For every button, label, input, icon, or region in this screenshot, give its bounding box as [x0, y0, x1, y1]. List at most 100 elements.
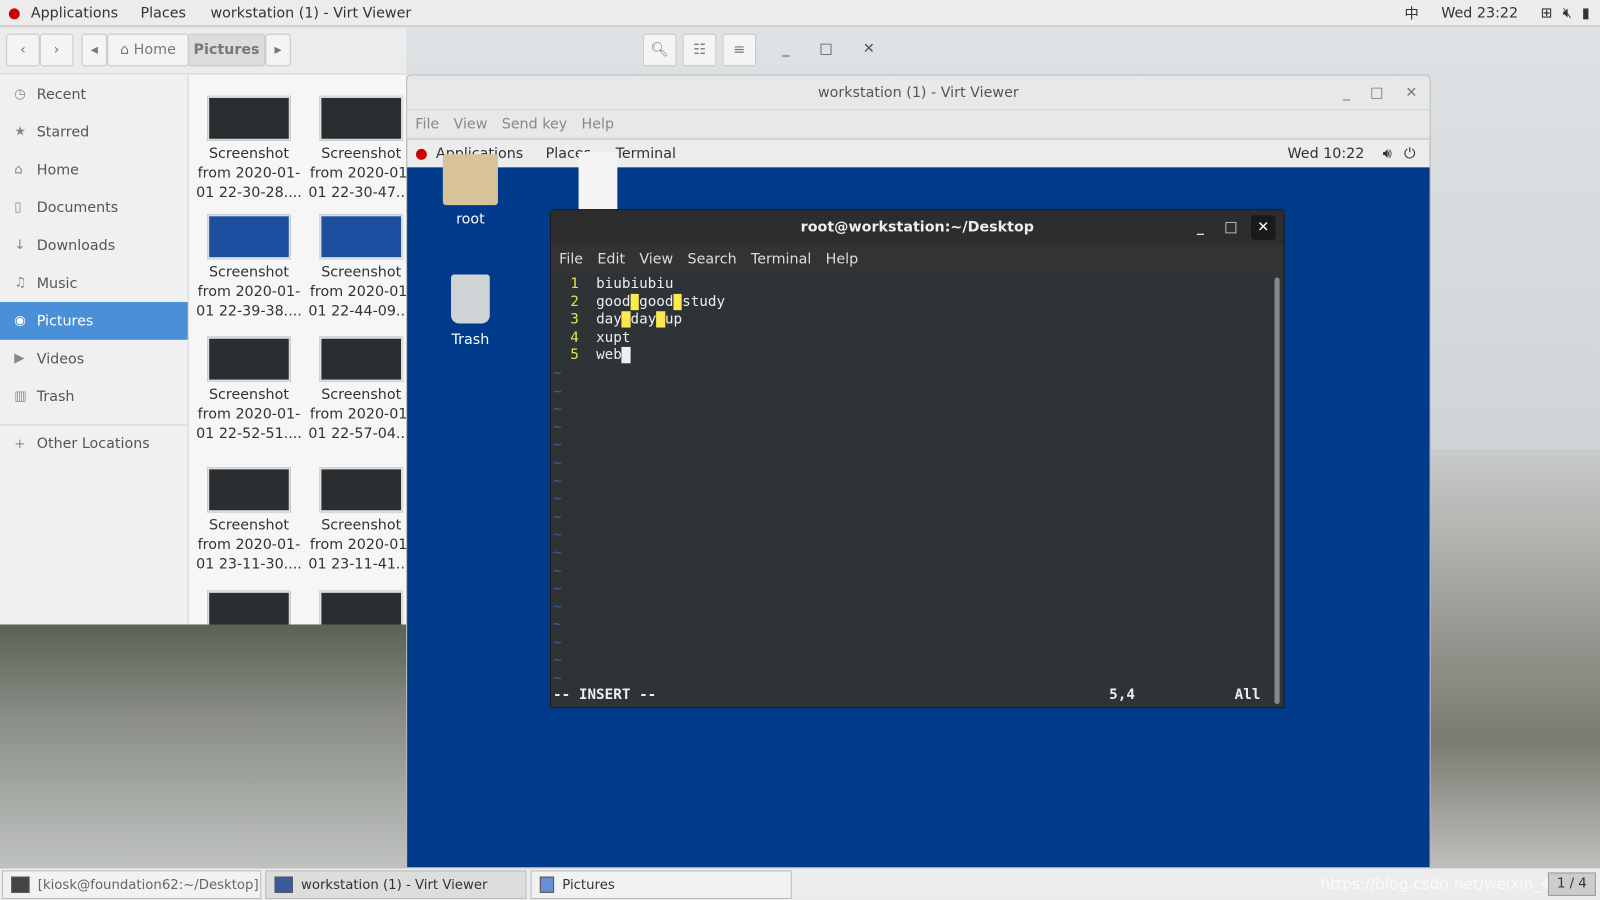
line-number: 3	[570, 311, 579, 328]
top-panel: ● Applications Places workstation (1) - …	[0, 0, 1600, 27]
empty-line-marker: ~	[553, 562, 562, 580]
menu-help[interactable]: Help	[582, 116, 615, 132]
desktop: ● Applications Places workstation (1) - …	[0, 0, 1600, 900]
sidebar-item-videos[interactable]: ▶ Videos	[0, 340, 188, 378]
sidebar-item-home[interactable]: ⌂ Home	[0, 151, 188, 189]
guest-clock[interactable]: Wed 10:22	[1288, 145, 1365, 161]
menu-send-key[interactable]: Send key	[502, 116, 568, 132]
sidebar-item-recent[interactable]: ◷ Recent	[0, 76, 188, 114]
menu-view[interactable]: View	[454, 116, 488, 132]
text: day	[596, 311, 622, 328]
breadcrumb-home[interactable]: ⌂ Home	[107, 33, 189, 67]
active-window-title[interactable]: workstation (1) - Virt Viewer	[210, 5, 411, 21]
file-name: Screenshot	[208, 264, 289, 281]
minimize-button[interactable]: _	[1197, 210, 1204, 245]
files-window-controls: _ □ ✕	[767, 41, 889, 57]
close-button[interactable]: ✕	[863, 41, 875, 57]
sidebar-item-starred[interactable]: ★ Starred	[0, 113, 188, 151]
menu-help[interactable]: Help	[826, 251, 859, 267]
buffer-line: 3 day day up	[553, 311, 1273, 329]
file-name: from 2020-01-	[197, 406, 301, 423]
file-name: 01 22-30-28....	[196, 184, 302, 202]
desktop-icon-root[interactable]: root	[438, 154, 503, 228]
scrollbar[interactable]	[1274, 277, 1280, 705]
menu-edit[interactable]: Edit	[597, 251, 625, 267]
vim-buffer[interactable]: 1 biubiubiu 2 good good study 3 day day …	[551, 273, 1274, 708]
trash-icon: ▥	[14, 388, 27, 405]
buffer-line: 2 good good study	[553, 293, 1273, 311]
sidebar-item-documents[interactable]: ▯ Documents	[0, 189, 188, 227]
sidebar-item-label: Other Locations	[36, 435, 150, 453]
file-item[interactable]: Screenshot from 2020-01- 01 22-30-28....	[193, 95, 305, 203]
guest-terminal-menu[interactable]: Terminal	[616, 145, 676, 161]
wallpaper	[0, 622, 409, 868]
maximize-button[interactable]: □	[1370, 76, 1384, 111]
file-name: from 2020-01-	[197, 165, 301, 182]
back-button[interactable]: ‹	[6, 33, 40, 67]
text: up	[664, 311, 683, 328]
minimize-button[interactable]: _	[1343, 76, 1350, 111]
clock[interactable]: Wed 23:22	[1441, 5, 1518, 21]
battery-icon[interactable]: ▮	[1582, 5, 1590, 21]
input-method[interactable]: 中	[1404, 3, 1418, 23]
empty-line-marker: ~	[553, 634, 562, 651]
task-virt-viewer[interactable]: workstation (1) - Virt Viewer	[265, 870, 527, 899]
empty-line-marker: ~	[553, 383, 562, 400]
network-icon[interactable]: ⊞	[1541, 5, 1553, 21]
breadcrumb-pictures[interactable]: Pictures	[187, 33, 266, 67]
sidebar-item-pictures[interactable]: ◉ Pictures	[0, 302, 188, 340]
sidebar-item-other-locations[interactable]: + Other Locations	[0, 424, 188, 462]
path-left-button[interactable]: ◂	[81, 33, 108, 67]
sidebar-item-music[interactable]: ♫ Music	[0, 264, 188, 302]
maximize-button[interactable]: □	[1224, 210, 1238, 245]
line-number: 1	[570, 275, 579, 292]
file-item[interactable]: Screenshot from 2020-01- 01 22-57-04....	[305, 336, 407, 444]
maximize-button[interactable]: □	[819, 41, 833, 57]
places-menu[interactable]: Places	[141, 5, 186, 21]
forward-button[interactable]: ›	[39, 33, 74, 67]
sidebar-item-trash[interactable]: ▥ Trash	[0, 378, 188, 416]
text-file-icon[interactable]	[578, 152, 618, 210]
line-number: 2	[570, 293, 579, 310]
file-item[interactable]: Screenshot from 2020-01- 01 23-11-41....	[305, 467, 406, 574]
menu-file[interactable]: File	[559, 251, 583, 267]
close-button[interactable]: ✕	[1251, 215, 1276, 240]
file-name: 01 22-57-04....	[308, 425, 407, 442]
empty-line-marker: ~	[553, 455, 562, 472]
menu-view[interactable]: View	[639, 251, 673, 267]
text: day	[630, 311, 657, 328]
task-pictures[interactable]: Pictures	[530, 870, 792, 899]
file-name: Screenshot	[321, 517, 402, 534]
search-button[interactable]: 🔍︎	[642, 33, 677, 67]
buffer-line: 1 biubiubiu	[553, 276, 1273, 294]
text: xupt	[596, 329, 631, 346]
applications-menu[interactable]: Applications	[31, 5, 118, 21]
volume-icon[interactable]: 🔊︎	[1383, 145, 1392, 161]
file-item[interactable]: Screenshot from 2020-01- 01 22-44-09....	[305, 214, 406, 321]
desktop-icon-trash[interactable]: Trash	[438, 274, 503, 348]
path-right-button[interactable]: ▸	[265, 33, 291, 67]
menu-search[interactable]: Search	[688, 251, 737, 267]
thumbnail	[207, 95, 291, 141]
search-highlight	[656, 311, 665, 328]
minimize-button[interactable]: _	[782, 41, 789, 57]
guest-screen[interactable]: ● Applications Places Terminal Wed 10:22…	[407, 139, 1430, 868]
power-icon[interactable]: ⏻	[1404, 145, 1415, 161]
view-toggle-button[interactable]: ☷	[682, 33, 717, 67]
workspace-indicator[interactable]: 1 / 4	[1547, 872, 1596, 896]
menu-terminal[interactable]: Terminal	[751, 251, 811, 267]
menu-file[interactable]: File	[415, 116, 439, 132]
menu-button[interactable]: ≡	[722, 33, 757, 67]
file-item[interactable]: Screenshot from 2020-01- 01 23-11-30....	[193, 467, 305, 574]
file-item[interactable]: Screenshot from 2020-01- 01 22-30-47....	[305, 95, 407, 203]
sidebar-item-downloads[interactable]: ↓ Downloads	[0, 227, 188, 265]
empty-line-marker: ~	[553, 419, 562, 436]
task-terminal[interactable]: [kiosk@foundation62:~/Desktop]	[2, 870, 262, 899]
sidebar-item-label: Documents	[36, 199, 119, 216]
file-item[interactable]: Screenshot from 2020-01- 01 22-39-38....	[193, 214, 305, 321]
file-name: 01 22-30-47....	[308, 184, 407, 202]
virt-viewer-titlebar: workstation (1) - Virt Viewer _ □ ✕	[407, 76, 1430, 111]
file-item[interactable]: Screenshot from 2020-01- 01 22-52-51....	[193, 336, 305, 444]
volume-muted-icon[interactable]: 🔇︎	[1563, 5, 1572, 21]
close-button[interactable]: ✕	[1405, 76, 1417, 111]
